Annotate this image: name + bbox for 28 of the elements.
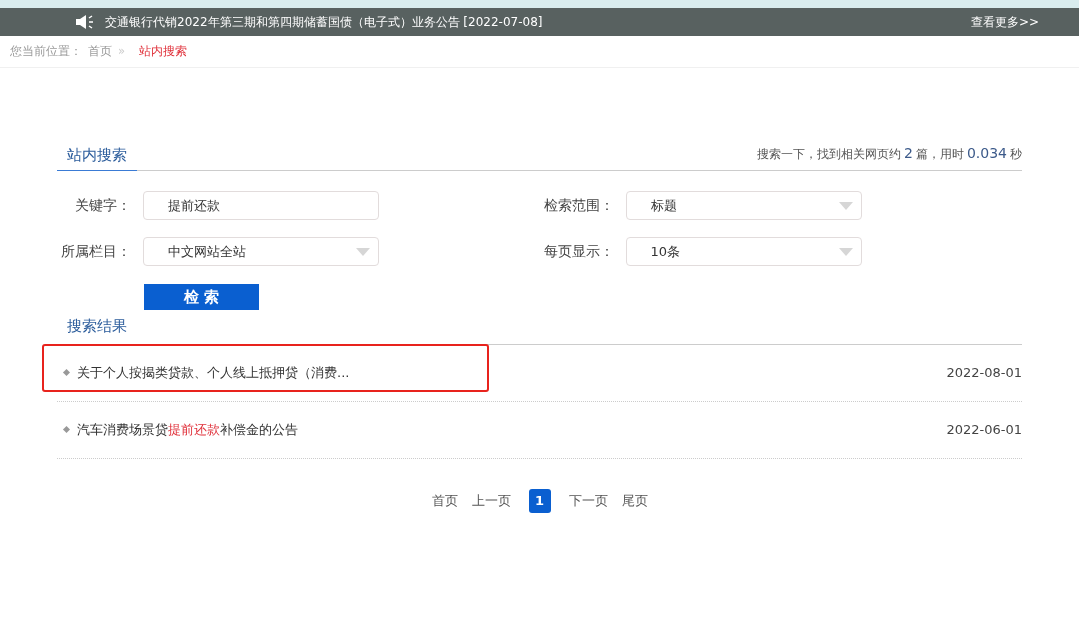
breadcrumb-separator: » — [118, 42, 126, 60]
notice-text[interactable]: 交通银行代销2022年第三期和第四期储蓄国债（电子式）业务公告 [2022-07-08] — [105, 13, 543, 31]
select-field[interactable]: 标题 — [625, 191, 862, 220]
keyword-field[interactable]: 提前还款 — [143, 191, 379, 220]
result-link[interactable]: 关于个人按揭类贷款、个人线上抵押贷（消费... — [57, 362, 350, 383]
search-button[interactable]: 检 索 — [144, 284, 259, 310]
select-field[interactable]: 10条 — [625, 237, 862, 266]
field-label: 关键字： — [74, 196, 132, 215]
caret-icon — [838, 247, 853, 256]
field-label: 所属栏目： — [60, 242, 132, 261]
page-link[interactable]: 上一页 — [471, 490, 511, 511]
breadcrumb-label: 您当前位置： — [10, 42, 82, 60]
field-label: 每页显示： — [542, 242, 615, 261]
caret-icon — [838, 201, 853, 210]
more-link[interactable]: 查看更多>> — [970, 13, 1039, 31]
search-stats: 搜索一下，找到相关网页约 2 篇，用时 0.034 秒 — [757, 144, 1022, 163]
page-link[interactable]: 首页 — [431, 490, 458, 511]
result-date: 2022-08-01 — [946, 363, 1022, 382]
panel-title: 站内搜索 — [57, 143, 137, 171]
page-link[interactable]: 尾页 — [621, 490, 648, 511]
caret-icon — [356, 247, 370, 256]
results-heading: 搜索结果 — [57, 310, 1022, 345]
field-label: 检索范围： — [542, 196, 615, 215]
result-link[interactable]: 汽车消费场景贷提前还款补偿金的公告 — [57, 419, 298, 440]
result-date: 2022-06-01 — [946, 420, 1022, 439]
select-field[interactable]: 中文网站全站 — [143, 237, 379, 266]
current-page[interactable]: 1 — [528, 488, 551, 513]
page-link[interactable]: 下一页 — [568, 490, 608, 511]
